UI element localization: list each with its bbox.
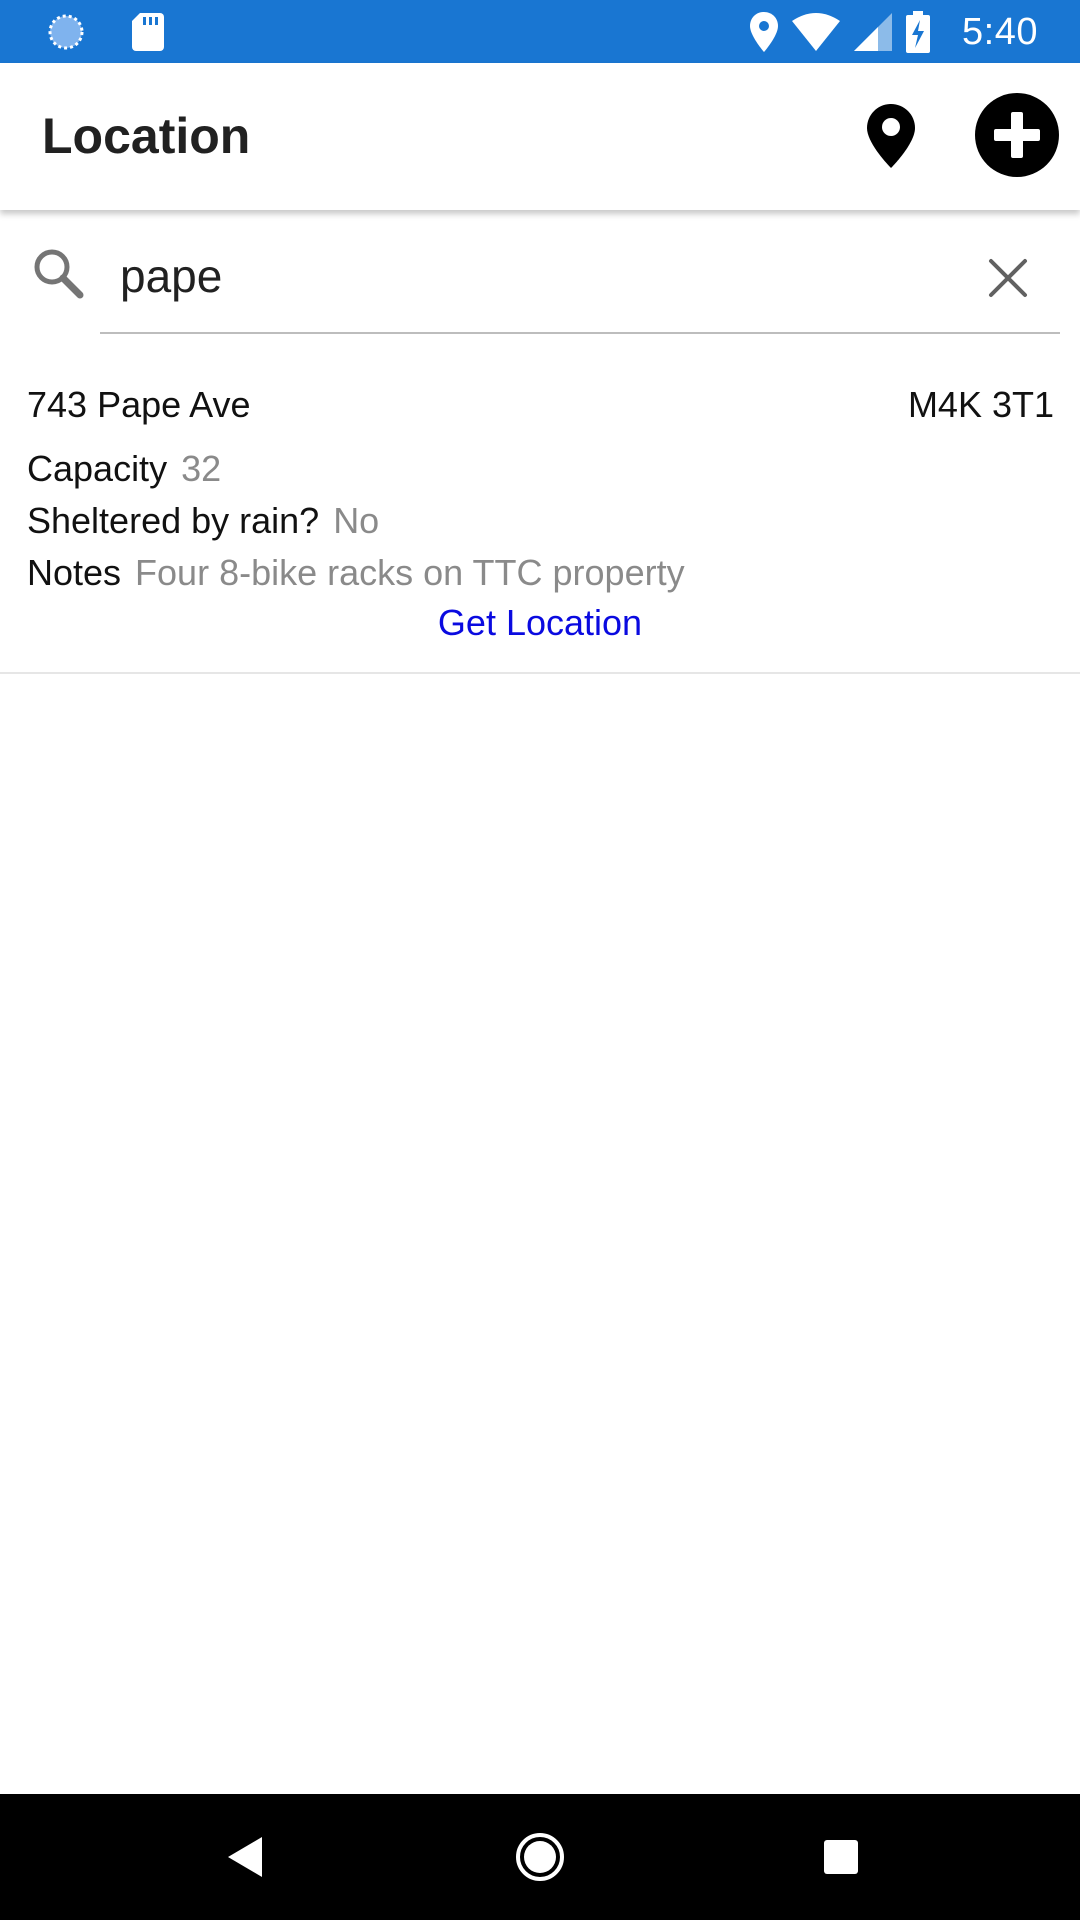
location-icon	[750, 12, 779, 52]
loading-spinner-icon	[46, 12, 86, 52]
back-icon	[228, 1837, 262, 1877]
search-bar	[0, 210, 1080, 335]
recents-button[interactable]	[818, 1834, 864, 1880]
home-button[interactable]	[510, 1827, 570, 1887]
add-location-button[interactable]	[975, 93, 1059, 177]
sheltered-value: No	[333, 500, 380, 541]
list-item[interactable]: 743 Pape Ave M4K 3T1 Capacity 32 Sheltere…	[0, 370, 1080, 674]
search-underline	[100, 332, 1060, 334]
notes-label: Notes	[27, 552, 122, 593]
clear-search-button[interactable]	[980, 250, 1036, 306]
add-circle-icon	[994, 112, 1040, 158]
notes-value: Four 8-bike racks on TTC property	[135, 552, 685, 593]
recents-icon	[824, 1840, 858, 1874]
back-button[interactable]	[220, 1830, 270, 1884]
app-bar: Location	[0, 63, 1080, 210]
battery-charging-icon	[906, 11, 931, 53]
page-title: Location	[42, 108, 251, 164]
search-icon	[30, 245, 86, 301]
status-time: 5:40	[962, 10, 1038, 53]
capacity-label: Capacity	[27, 448, 168, 489]
sd-card-icon	[132, 13, 164, 51]
notes-row: Notes Four 8-bike racks on TTC property	[27, 552, 685, 594]
map-pin-button[interactable]	[855, 96, 927, 176]
sheltered-label: Sheltered by rain?	[27, 500, 320, 541]
result-postal-code: M4K 3T1	[907, 384, 1054, 425]
wifi-icon	[792, 13, 841, 51]
close-icon	[988, 258, 1028, 298]
result-address: 743 Pape Ave	[27, 384, 251, 425]
capacity-value: 32	[181, 448, 222, 489]
sheltered-row: Sheltered by rain? No	[27, 500, 379, 542]
capacity-row: Capacity 32	[27, 448, 221, 490]
navigation-bar	[0, 1794, 1080, 1920]
home-icon	[515, 1832, 565, 1882]
status-bar: 5:40	[0, 0, 1080, 63]
status-right-icons: 5:40	[750, 6, 1038, 58]
get-location-link[interactable]: Get Location	[0, 602, 1080, 644]
map-pin-icon	[867, 104, 915, 168]
cell-signal-icon	[854, 13, 893, 51]
search-input[interactable]	[100, 246, 980, 306]
status-left-icons	[46, 10, 164, 54]
